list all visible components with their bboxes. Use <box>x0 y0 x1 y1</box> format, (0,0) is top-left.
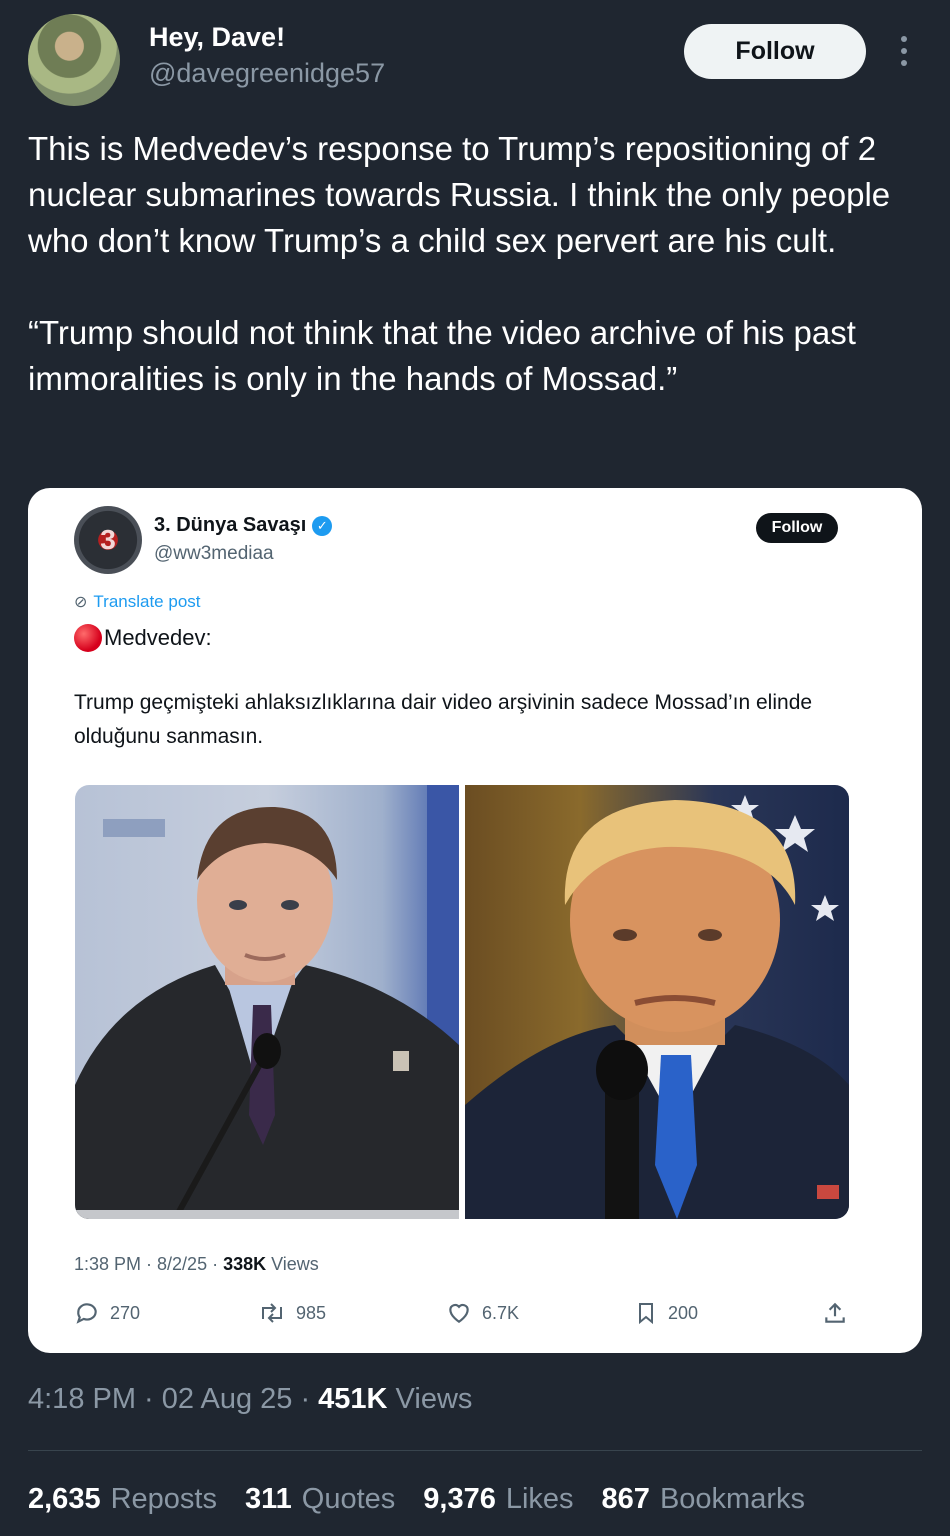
views-count: 451K <box>318 1383 388 1415</box>
quoted-display-name[interactable]: 3. Dünya Savaşı ✓ <box>154 514 333 537</box>
medvedev-photo-illustration <box>75 785 459 1219</box>
translate-icon: ⊘ <box>74 594 88 611</box>
verified-badge-icon: ✓ <box>312 515 333 536</box>
reply-button[interactable]: 270 <box>74 1300 140 1326</box>
quotes-label: Quotes <box>301 1483 396 1515</box>
views-label: Views <box>387 1383 473 1415</box>
red-circle-icon <box>74 624 102 652</box>
likes-label: Likes <box>505 1483 574 1515</box>
tweet-timestamp[interactable]: 4:18 PM · 02 Aug 25 · 451K Views <box>28 1383 472 1416</box>
quoted-title-text: Medvedev: <box>104 625 212 650</box>
quoted-title: Medvedev: <box>74 624 212 652</box>
quoted-views-count: 338K <box>223 1254 267 1274</box>
more-icon[interactable] <box>890 34 918 70</box>
like-icon <box>449 1303 469 1323</box>
engagement-stats: 2,635 Reposts 311 Quotes 9,376 Likes 867 Boo… <box>28 1483 805 1516</box>
repost-count: 985 <box>296 1302 327 1323</box>
reposts-count: 2,635 <box>28 1483 101 1515</box>
tweet-paragraph: “Trump should not think that the video a… <box>28 314 856 397</box>
reply-icon <box>76 1303 97 1324</box>
author-avatar[interactable] <box>28 14 120 106</box>
bookmark-count: 200 <box>668 1302 699 1323</box>
timestamp-time: 4:18 PM · 02 Aug 25 · <box>28 1383 319 1415</box>
tweet-paragraph: This is Medvedev’s response to Trump’s r… <box>28 130 891 259</box>
follow-button[interactable]: Follow <box>684 24 866 79</box>
quoted-handle[interactable]: @ww3mediaa <box>154 543 274 565</box>
translate-label: Translate post <box>93 592 201 611</box>
author-handle[interactable]: @davegreenidge57 <box>149 58 385 89</box>
tweet-text: This is Medvedev’s response to Trump’s r… <box>28 126 928 402</box>
quoted-time: 1:38 PM · 8/2/25 · <box>74 1254 224 1274</box>
quoted-actions-bar: 270 985 6.7K 200 <box>74 1300 854 1330</box>
bookmarks-count: 867 <box>601 1483 650 1515</box>
quoted-photo-trump[interactable] <box>465 785 849 1219</box>
quoted-tweet-card[interactable]: 3 3. Dünya Savaşı ✓ @ww3mediaa Follow ⊘ … <box>28 488 922 1353</box>
quoted-avatar[interactable]: 3 <box>74 506 142 574</box>
repost-button[interactable]: 985 <box>258 1300 326 1326</box>
author-display-name[interactable]: Hey, Dave! <box>149 22 285 53</box>
reposts-stat[interactable]: 2,635 Reposts <box>28 1483 217 1516</box>
quoted-name-text: 3. Dünya Savaşı <box>154 514 307 536</box>
quoted-photo-medvedev[interactable] <box>75 785 459 1219</box>
quoted-follow-button[interactable]: Follow <box>756 513 838 543</box>
bookmark-icon <box>639 1303 653 1325</box>
quoted-views-label: Views <box>266 1254 319 1274</box>
share-button[interactable] <box>822 1300 848 1326</box>
quoted-avatar-text: 3 <box>100 524 116 555</box>
like-count: 6.7K <box>482 1302 520 1323</box>
share-icon <box>825 1302 845 1323</box>
repost-icon <box>262 1303 282 1323</box>
bookmarks-stat[interactable]: 867 Bookmarks <box>602 1483 805 1516</box>
reposts-label: Reposts <box>110 1483 217 1515</box>
likes-count: 9,376 <box>423 1483 496 1515</box>
bookmark-button[interactable]: 200 <box>634 1300 698 1326</box>
translate-post-link[interactable]: ⊘ Translate post <box>74 592 201 612</box>
quoted-meta: 1:38 PM · 8/2/25 · 338K Views <box>74 1254 319 1275</box>
divider <box>28 1450 922 1451</box>
quotes-count: 311 <box>244 1483 292 1515</box>
trump-photo-illustration <box>465 795 849 1219</box>
reply-count: 270 <box>110 1302 141 1323</box>
likes-stat[interactable]: 9,376 Likes <box>423 1483 573 1516</box>
like-button[interactable]: 6.7K <box>446 1300 519 1326</box>
quotes-stat[interactable]: 311 Quotes <box>245 1483 395 1516</box>
bookmarks-label: Bookmarks <box>659 1483 805 1515</box>
quoted-body: Trump geçmişteki ahlaksızlıklarına dair … <box>74 691 813 748</box>
